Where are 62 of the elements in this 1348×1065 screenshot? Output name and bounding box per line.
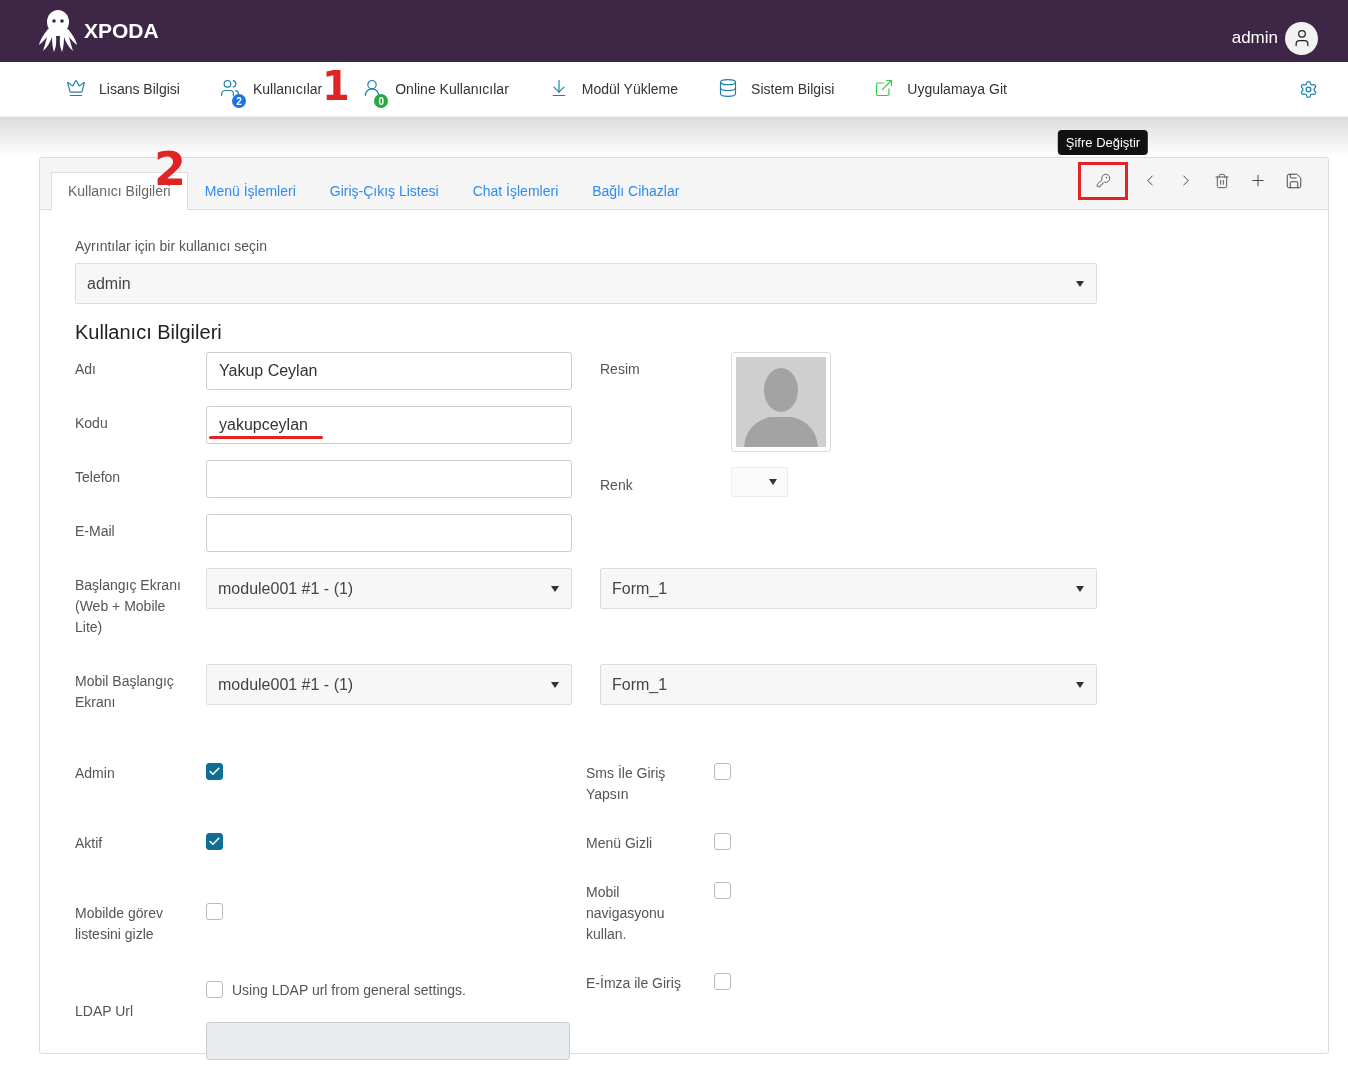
checkbox[interactable] [206,981,223,998]
checkbox[interactable] [206,763,223,780]
field-label: Kodu [75,414,109,433]
annotation-number: 1 [322,66,350,106]
field-label: E-Mail [75,522,116,541]
form-select[interactable]: Form_1 [600,568,1097,609]
checkbox[interactable] [206,833,223,850]
settings-icon[interactable] [1299,79,1318,99]
color-select[interactable] [731,467,788,497]
field-label: Aktif [75,834,104,853]
checkbox[interactable] [714,882,731,899]
checkbox[interactable] [206,903,223,920]
nav-link[interactable]: Uygulamaya Git [874,70,1007,108]
field-label: Mobilde görev listesini gizle [75,904,164,944]
field-label: Menü Gizli [586,834,654,853]
user-name: admin [1231,28,1278,48]
nav-link[interactable]: 2 Kullanıcılar [219,70,323,108]
field-label: Renk [600,476,634,495]
database-icon [718,78,739,98]
module-select[interactable]: module001 #1 - (1) [206,664,572,705]
check-icon [208,765,221,778]
trash-icon [1214,172,1230,189]
field-label: Mobil Başlangıç Ekranı [75,672,175,712]
field-label: Adı [75,360,97,379]
field-label: Ayrıntılar için bir kullanıcı seçin [75,238,268,254]
nav-link[interactable]: Sistem Bilgisi [718,70,835,108]
check-icon [208,835,221,848]
field-label: Resim [600,360,641,379]
nav-link[interactable]: Lisans Bilgisi [66,70,180,108]
input-field[interactable] [206,460,572,498]
count-badge: 2 [231,94,246,108]
logo-text: XPODA [84,19,159,43]
input-field[interactable] [206,514,572,552]
module-select[interactable]: module001 #1 - (1) [206,568,572,609]
input-field[interactable]: Yakup Ceylan [206,352,572,390]
checkbox[interactable] [714,763,731,780]
count-badge: 0 [374,94,389,108]
field-label: LDAP Url [75,1002,135,1021]
checkbox-caption: Using LDAP url from general settings. [232,981,466,998]
field-label: Mobil navigasyonu kullan. [586,883,666,944]
octopus-logo-icon [38,9,78,53]
field-label: Admin [75,764,116,783]
field-label: Başlangıç Ekranı (Web + Mobile Lite) [75,576,182,637]
field-label: Telefon [75,468,122,487]
external-link-icon [874,78,895,98]
field-label: E-İmza ile Giriş [586,974,682,993]
ldap-url-field[interactable] [206,1022,570,1060]
field-label: Sms İle Giriş Yapsın [586,764,667,804]
checkbox[interactable] [714,973,731,990]
section-title: Kullanıcı Bilgileri [75,321,223,344]
form-select[interactable]: Form_1 [600,664,1097,705]
users-icon [219,78,240,98]
nav-link[interactable]: Modül Yükleme [548,70,679,108]
user-select[interactable]: admin [75,263,1097,304]
input-field[interactable]: yakupceylan [206,406,572,444]
checkbox[interactable] [714,833,731,850]
tooltip: Şifre Değiştir [1057,129,1149,155]
crown-icon [66,78,86,98]
nav-link[interactable]: 0 Online Kullanıcılar [362,70,509,108]
user-avatar[interactable] [1285,21,1318,55]
key-icon [1095,173,1111,188]
save-icon [1285,171,1303,190]
